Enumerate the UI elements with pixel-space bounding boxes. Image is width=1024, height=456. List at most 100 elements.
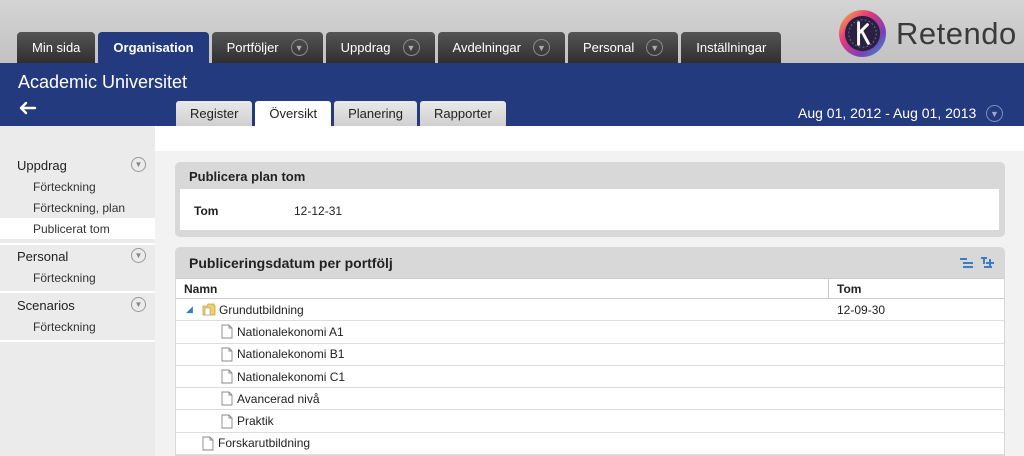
document-icon	[221, 369, 233, 384]
sidebar-item-label: Publicerat tom	[33, 221, 110, 236]
tab-personal[interactable]: Personal ▼	[567, 32, 679, 63]
row-name: Nationalekonomi B1	[237, 347, 345, 362]
main-tabs: Min sida Organisation Portföljer ▼ Uppdra…	[17, 32, 784, 63]
chevron-down-icon[interactable]: ▼	[131, 248, 146, 263]
sidebar-section-header[interactable]: Scenarios ▼	[0, 294, 155, 316]
tree-row[interactable]: Avancerad nivå	[176, 388, 1004, 411]
tree-row[interactable]: Nationalekonomi C1	[176, 365, 1004, 389]
row-name: Avancerad nivå	[237, 391, 320, 406]
page-title: Academic Universitet	[18, 72, 188, 92]
row-name: Praktik	[237, 414, 274, 429]
tab-avdelningar[interactable]: Avdelningar ▼	[437, 32, 565, 63]
tab-label: Planering	[348, 106, 404, 121]
row-name: Nationalekonomi A1	[237, 324, 344, 339]
document-icon	[202, 436, 214, 451]
tab-portfoljer[interactable]: Portföljer ▼	[211, 32, 323, 63]
sidebar-section-header[interactable]: Personal ▼	[0, 245, 155, 267]
tab-label: Min sida	[32, 40, 81, 55]
cell-name: Nationalekonomi A1	[176, 321, 829, 342]
tab-label: Register	[190, 106, 239, 121]
collapse-all-icon[interactable]	[959, 256, 974, 270]
panel-title: Publiceringsdatum per portfölj	[189, 255, 393, 271]
tab-planering[interactable]: Planering	[334, 101, 418, 126]
tab-label: Organisation	[113, 40, 194, 55]
back-arrow-icon[interactable]	[19, 101, 37, 115]
tab-label: Portföljer	[226, 40, 279, 55]
chevron-down-icon[interactable]: ▼	[532, 39, 550, 56]
tree-row[interactable]: ◢ Grundutbildning 12-09-30	[176, 299, 1004, 322]
tree-row[interactable]: Nationalekonomi B1	[176, 343, 1004, 366]
expand-all-icon[interactable]	[980, 256, 995, 270]
tab-organisation[interactable]: Organisation	[98, 32, 209, 63]
panel-title: Publicera plan tom	[189, 169, 306, 184]
portfolio-publish-panel: Publiceringsdatum per portfölj Namn Tom	[175, 247, 1005, 456]
column-header-tom[interactable]: Tom	[829, 279, 1004, 298]
sidebar-section-personal: Personal ▼ Förteckning	[0, 245, 155, 288]
expand-toggle-icon[interactable]: ◢	[186, 304, 196, 315]
tab-label: Inställningar	[696, 40, 767, 55]
cell-name: Nationalekonomi B1	[176, 344, 829, 365]
column-header-namn[interactable]: Namn	[176, 279, 829, 298]
chevron-down-icon[interactable]: ▼	[986, 105, 1003, 122]
cell-name: Praktik	[176, 410, 829, 431]
organisation-header: Academic Universitet Register Översikt P…	[0, 63, 1024, 126]
tom-value: 12-12-31	[294, 204, 343, 218]
grid-toolbar	[959, 256, 995, 270]
grid-header: Namn Tom	[176, 278, 1004, 299]
retendo-logo: Retendo	[838, 9, 1017, 58]
chevron-down-icon[interactable]: ▼	[290, 39, 308, 56]
tab-label: Översikt	[269, 106, 318, 121]
sidebar-item-label: Förteckning	[33, 319, 96, 334]
sidebar-item-label: Förteckning, plan	[33, 200, 126, 215]
chevron-down-icon[interactable]: ▼	[646, 39, 664, 56]
sidebar-divider	[0, 340, 155, 342]
folder-icon	[202, 303, 216, 316]
tree-row[interactable]: Praktik	[176, 410, 1004, 433]
sidebar-section-header[interactable]: Uppdrag ▼	[0, 154, 155, 176]
date-range[interactable]: Aug 01, 2012 - Aug 01, 2013	[798, 105, 976, 121]
chevron-down-icon[interactable]: ▼	[131, 297, 146, 312]
tab-rapporter[interactable]: Rapporter	[420, 101, 506, 126]
sidebar-divider	[0, 291, 155, 293]
chevron-down-icon[interactable]: ▼	[402, 39, 420, 56]
tab-uppdrag[interactable]: Uppdrag ▼	[325, 32, 435, 63]
sidebar-item-forteckning-plan[interactable]: Förteckning, plan	[0, 197, 155, 218]
sidebar-section-uppdrag: Uppdrag ▼ Förteckning Förteckning, plan …	[0, 154, 155, 239]
sidebar-item-label: Förteckning	[33, 270, 96, 285]
sidebar-item-forteckning[interactable]: Förteckning	[0, 176, 155, 197]
tab-label: Uppdrag	[340, 40, 391, 55]
publish-plan-panel: Publicera plan tom Tom 12-12-31	[175, 162, 1005, 237]
chevron-down-icon[interactable]: ▼	[131, 157, 146, 172]
cell-name: Nationalekonomi C1	[176, 366, 829, 387]
document-icon	[221, 414, 233, 429]
cell-name: ◢ Grundutbildning	[176, 299, 829, 320]
sidebar-item-forteckning[interactable]: Förteckning	[0, 316, 155, 337]
row-name: Grundutbildning	[219, 302, 304, 317]
sub-tabs: Register Översikt Planering Rapporter	[176, 101, 509, 126]
logo-mark-icon	[838, 9, 887, 58]
tab-register[interactable]: Register	[176, 101, 253, 126]
document-icon	[221, 391, 233, 406]
tab-min-sida[interactable]: Min sida	[17, 32, 96, 63]
sidebar-section-scenarios: Scenarios ▼ Förteckning	[0, 294, 155, 337]
sidebar-section-label: Personal	[17, 248, 69, 264]
tab-label: Rapporter	[434, 106, 492, 121]
tab-label: Avdelningar	[452, 40, 521, 55]
main-content: Publicera plan tom Tom 12-12-31 Publicer…	[155, 151, 1024, 456]
document-icon	[221, 347, 233, 362]
sidebar-item-publicerat-tom[interactable]: Publicerat tom	[0, 218, 155, 239]
tab-oversikt[interactable]: Översikt	[255, 101, 332, 126]
cell-name: Forskarutbildning	[176, 433, 829, 454]
sidebar-section-label: Scenarios	[17, 297, 75, 313]
tab-installningar[interactable]: Inställningar	[681, 32, 782, 63]
tree-row[interactable]: Forskarutbildning	[176, 432, 1004, 456]
brand-name: Retendo	[896, 15, 1017, 51]
sidebar-item-forteckning[interactable]: Förteckning	[0, 267, 155, 288]
document-icon	[221, 324, 233, 339]
sidebar-item-label: Förteckning	[33, 179, 96, 194]
tom-label: Tom	[194, 204, 219, 218]
cell-name: Avancerad nivå	[176, 388, 829, 409]
row-name: Nationalekonomi C1	[237, 369, 346, 384]
tree-row[interactable]: Nationalekonomi A1	[176, 321, 1004, 344]
panel-body: Tom 12-12-31	[180, 189, 999, 230]
